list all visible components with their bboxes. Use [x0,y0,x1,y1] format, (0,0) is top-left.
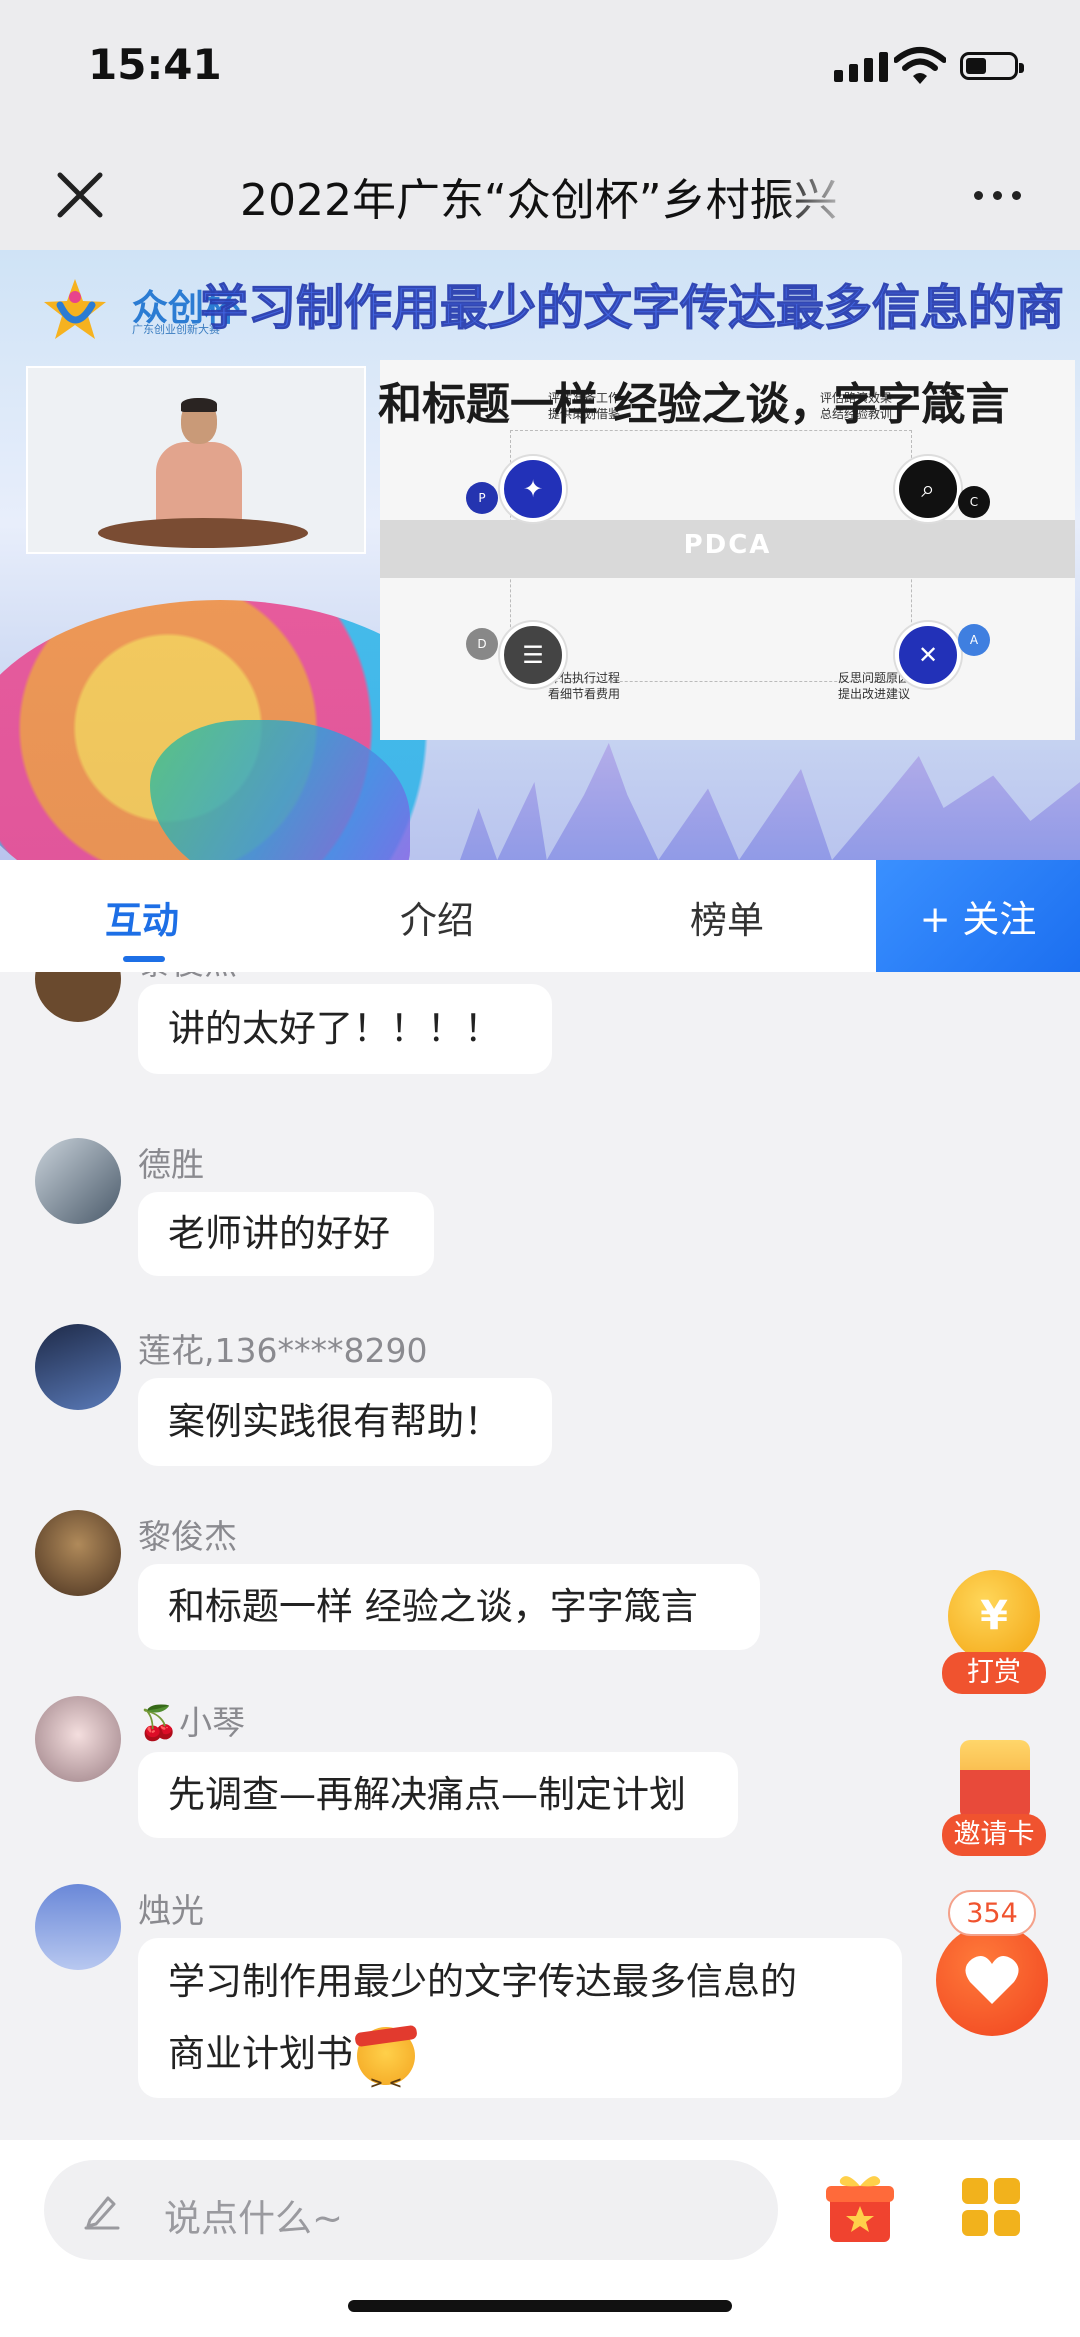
avatar[interactable] [35,1510,121,1596]
comment-input[interactable]: 说点什么~ [44,2160,778,2260]
chat-username: 烛光 [138,1891,204,1930]
chat-bubble: 和标题一样 经验之谈，字字箴言 [138,1564,760,1650]
chat-username: 🍒小琴 [138,1703,246,1742]
danmaku-line: 和标题一样 经验之谈，字字箴言 [378,379,1010,430]
chat-bubble-line: 商业计划书 [168,2018,872,2119]
tab-bar: 互动 介绍 榜单 + 关注 [0,860,1080,972]
heart-icon [965,1955,1019,2004]
chat-bubble: 学习制作用最少的文字传达最多信息的 商业计划书 [138,1938,902,2119]
magnifier-chart-icon: ⌕ [895,456,961,522]
chat-bubble: 讲的太好了！！！！ [138,984,552,1074]
avatar[interactable] [35,972,121,1022]
chat-bubble: 案例实践很有帮助！ [138,1378,552,1466]
page-title: 2022年广东“众创杯”乡村振兴 [240,164,860,228]
slide-tag-d: D [466,628,498,660]
follow-button[interactable]: + 关注 [876,860,1080,972]
slide-tag-c: C [958,486,990,518]
reward-button[interactable]: ¥ 打赏 [942,1570,1046,1698]
live-video-player[interactable]: 众创杯 广东创业创新大赛 学习制作用最少的文字传达最多信息的商 PDCA 评估准… [0,250,1080,860]
yuan-coin-icon: ¥ [948,1570,1040,1662]
chat-bubble: 先调查—再解决痛点—制定计划 [138,1752,738,1838]
like-count: 354 [948,1890,1036,1936]
cherry-icon: 🍒 [138,1703,180,1742]
lightbulb-icon: ✦ [500,456,566,522]
like-button[interactable]: 354 [932,1890,1052,2050]
chat-username: 德胜 [138,1145,204,1184]
chat-bubble-line: 学习制作用最少的文字传达最多信息的 [168,1960,797,2003]
tab-interaction[interactable]: 互动 [105,890,179,944]
presenter-pip [26,366,366,554]
slide-tag-p: P [466,482,498,514]
tab-intro[interactable]: 介绍 [400,890,474,944]
avatar[interactable] [35,1138,121,1224]
slide-text-bottom-right: 反思问题原因 提出改进建议 [838,671,911,701]
danmaku-line: 学习制作用最少的文字传达最多信息的商 [199,280,1065,337]
slide-tag-a: A [958,624,990,656]
wifi-icon [894,47,946,84]
reward-label: 打赏 [942,1652,1046,1694]
home-indicator [348,2300,732,2312]
avatar[interactable] [35,1696,121,1782]
chat-username: 莲花,136****8290 [138,1331,428,1370]
status-time: 15:41 [88,40,222,89]
tools-icon: ✕ [895,622,961,688]
avatar[interactable] [35,1884,121,1970]
comment-placeholder: 说点什么~ [164,2197,344,2240]
clipboard-icon: ☰ [500,622,566,688]
battery-icon [960,52,1024,80]
more-features-icon[interactable] [962,2178,1020,2236]
status-bar: 15:41 [0,0,1080,140]
invite-card-button[interactable]: 邀请卡 [942,1740,1046,1860]
chat-username: 黎俊杰 [138,1517,237,1556]
tab-indicator [123,956,165,962]
invite-label: 邀请卡 [942,1814,1046,1856]
angry-emoji-icon [357,2026,415,2119]
chat-bubble: 老师讲的好好 [138,1192,434,1276]
slide-band-label: PDCA [683,530,772,560]
more-icon[interactable] [974,180,1034,210]
star-logo-icon [44,279,106,339]
gift-icon[interactable] [822,2170,898,2246]
pen-icon [84,2196,120,2230]
nav-bar: 2022年广东“众创杯”乡村振兴 [0,140,1080,250]
tab-ranking[interactable]: 榜单 [690,890,764,944]
red-envelope-icon [960,1740,1030,1820]
avatar[interactable] [35,1324,121,1410]
city-skyline-graphic [460,743,1080,860]
heart-button[interactable] [936,1924,1048,2036]
close-icon[interactable] [50,165,110,225]
signal-icon [834,52,888,82]
chat-list[interactable]: 黎俊杰 讲的太好了！！！！ 德胜 老师讲的好好 莲花,136****8290 案… [0,972,1080,2140]
chat-username: 黎俊杰 [138,972,237,984]
